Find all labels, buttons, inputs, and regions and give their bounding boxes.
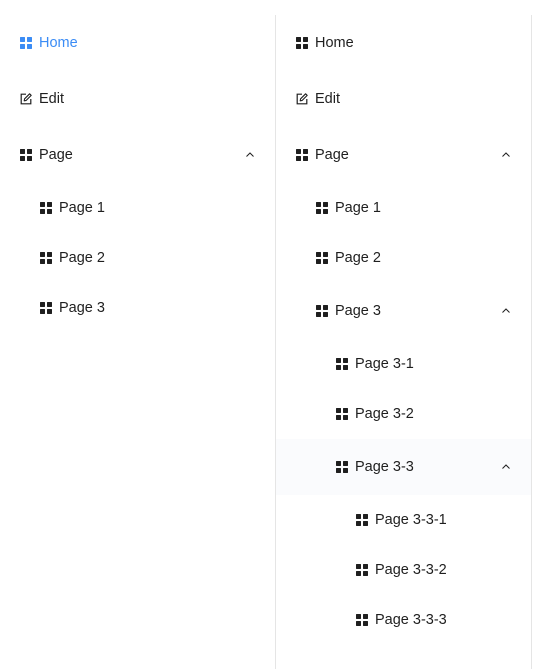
menu-item-page-3[interactable]: Page 3 (20, 283, 275, 333)
grid-icon (356, 614, 368, 626)
menu-item-page-3-2[interactable]: Page 3-2 (276, 389, 531, 439)
menu-item-page-3-3-1[interactable]: Page 3-3-1 (276, 495, 531, 545)
menu-item-label: Page 3-3-3 (375, 612, 447, 628)
submenu-page[interactable]: Page (276, 127, 531, 183)
menu-item-label: Page 1 (59, 200, 105, 216)
grid-icon (356, 564, 368, 576)
edit-icon (296, 93, 308, 105)
chevron-up-icon (245, 150, 255, 160)
menu-item-page-3-3-2[interactable]: Page 3-3-2 (276, 545, 531, 595)
grid-icon (296, 149, 308, 161)
menu-item-home[interactable]: Home (20, 15, 275, 71)
grid-icon (336, 461, 348, 473)
menu-item-page-3-1[interactable]: Page 3-1 (276, 339, 531, 389)
edit-icon (20, 93, 32, 105)
grid-icon (20, 149, 32, 161)
grid-icon (40, 252, 52, 264)
grid-icon (336, 408, 348, 420)
menu-item-edit[interactable]: Edit (20, 71, 275, 127)
grid-icon (336, 358, 348, 370)
grid-icon (356, 514, 368, 526)
menu-item-label: Page 3-2 (355, 406, 414, 422)
menu-item-label: Page (39, 147, 73, 163)
menu-item-page-1[interactable]: Page 1 (20, 183, 275, 233)
menu-item-label: Page 2 (59, 250, 105, 266)
menu-item-label: Edit (315, 91, 340, 107)
menu-item-page-2[interactable]: Page 2 (20, 233, 275, 283)
menu-item-label: Home (39, 35, 78, 51)
side-menu-collapsed: Home Edit Page Page 1 Page 2 Page 3 (20, 15, 276, 669)
menu-item-label: Home (315, 35, 354, 51)
submenu-page-3-3[interactable]: Page 3-3 (276, 439, 531, 495)
grid-icon (316, 305, 328, 317)
chevron-up-icon (501, 150, 511, 160)
grid-icon (316, 202, 328, 214)
menu-item-label: Page 3-3-2 (375, 562, 447, 578)
grid-icon (296, 37, 308, 49)
menu-item-label: Page 3-3-1 (375, 512, 447, 528)
menu-item-label: Page 3 (59, 300, 105, 316)
menu-item-label: Edit (39, 91, 64, 107)
menu-item-label: Page 1 (335, 200, 381, 216)
menu-item-label: Page (315, 147, 349, 163)
grid-icon (40, 302, 52, 314)
menu-item-label: Page 3-1 (355, 356, 414, 372)
menu-item-edit[interactable]: Edit (276, 71, 531, 127)
menu-item-page-3-3-3[interactable]: Page 3-3-3 (276, 595, 531, 645)
menu-item-home[interactable]: Home (276, 15, 531, 71)
menu-item-label: Page 3-3 (355, 459, 414, 475)
submenu-page[interactable]: Page (20, 127, 275, 183)
menu-item-page-1[interactable]: Page 1 (276, 183, 531, 233)
submenu-page-3[interactable]: Page 3 (276, 283, 531, 339)
chevron-up-icon (501, 462, 511, 472)
grid-icon (316, 252, 328, 264)
menu-item-label: Page 3 (335, 303, 381, 319)
menu-item-label: Page 2 (335, 250, 381, 266)
side-menu-expanded: Home Edit Page Page 1 Page 2 Page 3 Page… (276, 15, 532, 669)
chevron-up-icon (501, 306, 511, 316)
menu-item-page-2[interactable]: Page 2 (276, 233, 531, 283)
grid-icon (20, 37, 32, 49)
grid-icon (40, 202, 52, 214)
